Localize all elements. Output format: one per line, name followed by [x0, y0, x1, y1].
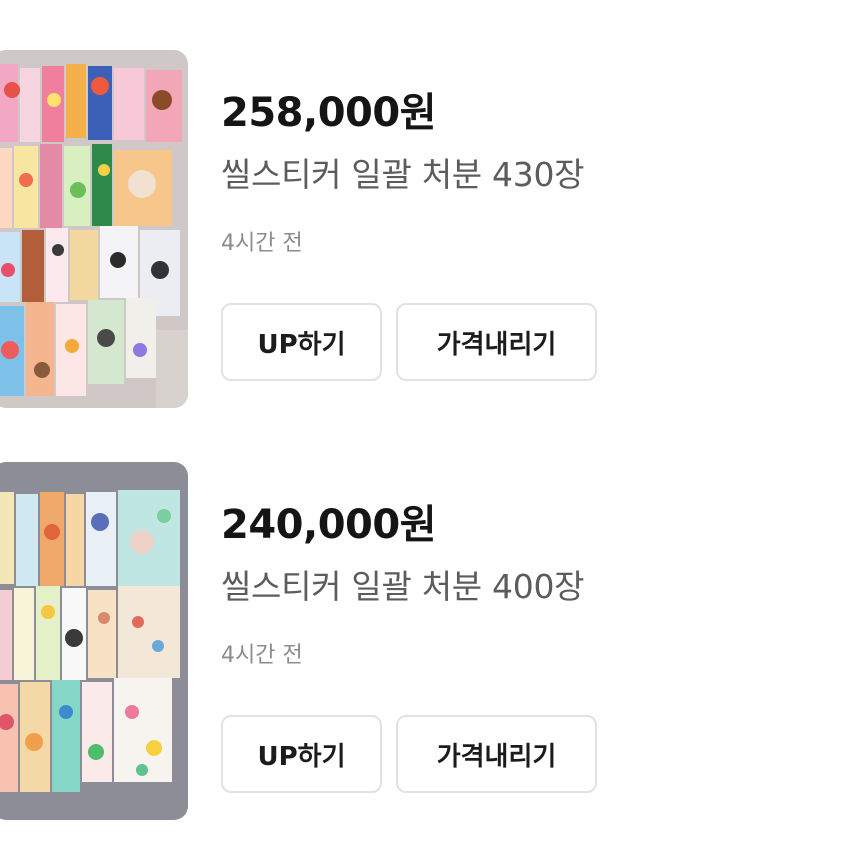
listing-title[interactable]: 씰스티커 일괄 처분 400장 [221, 560, 585, 608]
listing-price: 258,000원 [221, 90, 437, 136]
price-down-button[interactable]: 가격내리기 [396, 303, 597, 381]
listing-price: 240,000원 [221, 502, 437, 548]
listing-item[interactable]: 258,000원 씰스티커 일괄 처분 430장 4시간 전 UP하기 가격내리… [0, 50, 856, 410]
up-button[interactable]: UP하기 [221, 303, 382, 381]
listing-thumbnail[interactable] [0, 462, 188, 820]
up-button[interactable]: UP하기 [221, 715, 382, 793]
listing-item[interactable]: 240,000원 씰스티커 일괄 처분 400장 4시간 전 UP하기 가격내리… [0, 462, 856, 822]
listing-thumbnail[interactable] [0, 50, 188, 408]
listing-time: 4시간 전 [221, 231, 303, 256]
listing-title[interactable]: 씰스티커 일괄 처분 430장 [221, 148, 585, 196]
price-down-button[interactable]: 가격내리기 [396, 715, 597, 793]
listing-time: 4시간 전 [221, 643, 303, 668]
sticker-photo [0, 462, 188, 820]
sticker-photo [0, 50, 188, 408]
